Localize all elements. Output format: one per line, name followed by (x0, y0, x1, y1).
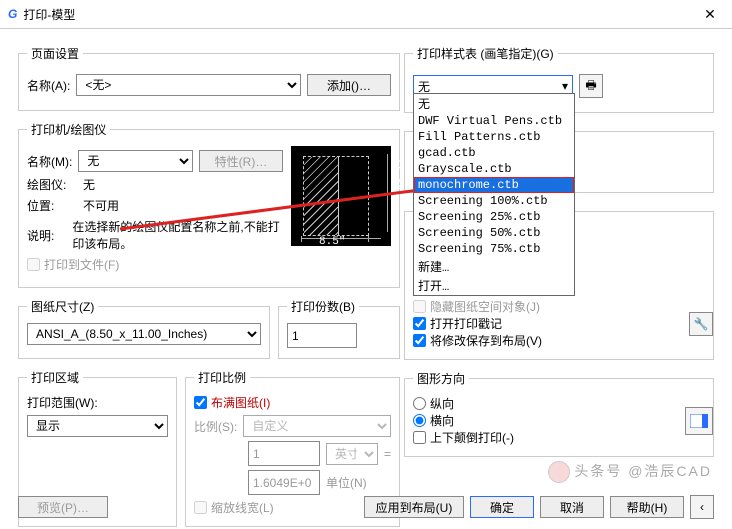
plot-style-edit-button[interactable]: 🖶 (579, 74, 603, 98)
plot-style-group: 打印样式表 (画笔指定)(G) 无 ▾ 🖶 无DWF Virtual Pens.… (404, 45, 714, 113)
stamp-settings-button[interactable]: 🔧 (689, 312, 713, 336)
avatar-icon (548, 461, 570, 483)
plot-style-option[interactable]: Screening 25%.ctb (414, 209, 574, 225)
print-to-file-checkbox (27, 258, 40, 271)
print-area-legend: 打印区域 (27, 369, 83, 386)
title-bar: G 打印-模型 ✕ (0, 0, 732, 29)
hide-ps-label: 隐藏图纸空间对象(J) (430, 298, 540, 315)
copies-input[interactable] (287, 323, 357, 348)
copies-legend: 打印份数(B) (287, 298, 359, 315)
orientation-legend: 图形方向 (413, 370, 469, 387)
fit-to-paper-checkbox[interactable] (194, 396, 207, 409)
dialog-footer: 预览(P)… 应用到布局(U) 确定 取消 帮助(H) ‹ (0, 485, 732, 529)
print-to-file-label: 打印到文件(F) (44, 256, 119, 273)
plot-style-legend: 打印样式表 (画笔指定)(G) (413, 45, 558, 62)
plot-style-option[interactable]: Grayscale.ctb (414, 161, 574, 177)
scale-num-input (248, 441, 320, 466)
page-add-button[interactable]: 添加()… (307, 74, 391, 96)
scale-ratio-select: 自定义 (243, 415, 391, 437)
orientation-icon (685, 407, 713, 435)
where-value: 不可用 (83, 197, 119, 214)
page-icon (690, 414, 708, 428)
page-setup-group: 页面设置 名称(A): <无> 添加()… (18, 45, 400, 111)
chevron-down-icon: ▾ (562, 79, 568, 93)
preview-width: 8.5" (319, 236, 345, 248)
desc-label: 说明: (27, 227, 66, 244)
page-name-label: 名称(A): (27, 77, 70, 94)
window-title: 打印-模型 (23, 6, 696, 23)
plotter-label: 绘图仪: (27, 176, 77, 193)
scale-legend: 打印比例 (194, 369, 250, 386)
landscape-label: 横向 (430, 412, 454, 429)
plot-style-option[interactable]: Screening 75%.ctb (414, 241, 574, 257)
page-setup-legend: 页面设置 (27, 45, 83, 62)
hide-ps-checkbox (413, 300, 426, 313)
plot-style-option[interactable]: monochrome.ctb (414, 177, 574, 193)
ok-button[interactable]: 确定 (470, 496, 534, 518)
expand-button[interactable]: ‹ (690, 495, 714, 519)
cancel-button[interactable]: 取消 (540, 496, 604, 518)
print-range-select[interactable]: 显示 (27, 415, 168, 437)
plot-style-option[interactable]: 打开… (414, 276, 574, 295)
scale-num-unit: 英寸 (326, 443, 378, 465)
orientation-group: 图形方向 纵向 横向 上下颠倒打印(-) (404, 370, 714, 457)
fit-to-paper-label: 布满图纸(I) (211, 394, 270, 411)
copies-group: 打印份数(B) (278, 298, 400, 359)
plotter-value: 无 (83, 176, 95, 193)
save-layout-checkbox[interactable] (413, 334, 426, 347)
close-button[interactable]: ✕ (696, 6, 724, 23)
plot-style-option[interactable]: gcad.ctb (414, 145, 574, 161)
preview-height: 11.0" (388, 157, 400, 190)
paper-preview: 11.0" 8.5" (291, 146, 391, 246)
help-button[interactable]: 帮助(H) (610, 496, 684, 518)
printer-legend: 打印机/绘图仪 (27, 121, 110, 138)
printer-props-button: 特性(R)… (199, 150, 283, 172)
preview-button: 预览(P)… (18, 496, 108, 518)
printer-group: 打印机/绘图仪 名称(M): 无 特性(R)… 绘图仪: 无 (18, 121, 400, 288)
print-range-label: 打印范围(W): (27, 394, 168, 411)
upsidedown-checkbox[interactable] (413, 431, 426, 444)
plot-style-option[interactable]: Screening 100%.ctb (414, 193, 574, 209)
upsidedown-label: 上下颠倒打印(-) (430, 429, 514, 446)
plot-style-option[interactable]: 新建… (414, 257, 574, 276)
printer-name-select[interactable]: 无 (78, 150, 193, 172)
printer-name-label: 名称(M): (27, 153, 72, 170)
paper-size-select[interactable]: ANSI_A_(8.50_x_11.00_Inches) (27, 323, 261, 345)
plot-style-option[interactable]: 无 (414, 94, 574, 113)
page-name-select[interactable]: <无> (76, 74, 301, 96)
stamp-checkbox[interactable] (413, 317, 426, 330)
stamp-label: 打开打印戳记 (430, 315, 502, 332)
plot-style-dropdown[interactable]: 无DWF Virtual Pens.ctbFill Patterns.ctbgc… (413, 93, 575, 296)
landscape-radio[interactable] (413, 414, 426, 427)
portrait-radio[interactable] (413, 397, 426, 410)
save-layout-label: 将修改保存到布局(V) (430, 332, 542, 349)
plot-style-option[interactable]: Screening 50%.ctb (414, 225, 574, 241)
chevron-left-icon: ‹ (700, 500, 704, 514)
watermark: 头条号 @浩辰CAD (548, 461, 712, 483)
plot-style-current: 无 (418, 78, 430, 95)
portrait-label: 纵向 (430, 395, 454, 412)
app-logo: G (8, 7, 17, 21)
plot-style-option[interactable]: DWF Virtual Pens.ctb (414, 113, 574, 129)
paper-size-group: 图纸尺寸(Z) ANSI_A_(8.50_x_11.00_Inches) (18, 298, 270, 359)
scale-ratio-label: 比例(S): (194, 418, 237, 435)
apply-layout-button[interactable]: 应用到布局(U) (364, 496, 464, 518)
paper-size-legend: 图纸尺寸(Z) (27, 298, 98, 315)
plot-style-option[interactable]: Fill Patterns.ctb (414, 129, 574, 145)
desc-value: 在选择新的绘图仪配置名称之前,不能打印该布局。 (72, 218, 283, 252)
where-label: 位置: (27, 197, 77, 214)
